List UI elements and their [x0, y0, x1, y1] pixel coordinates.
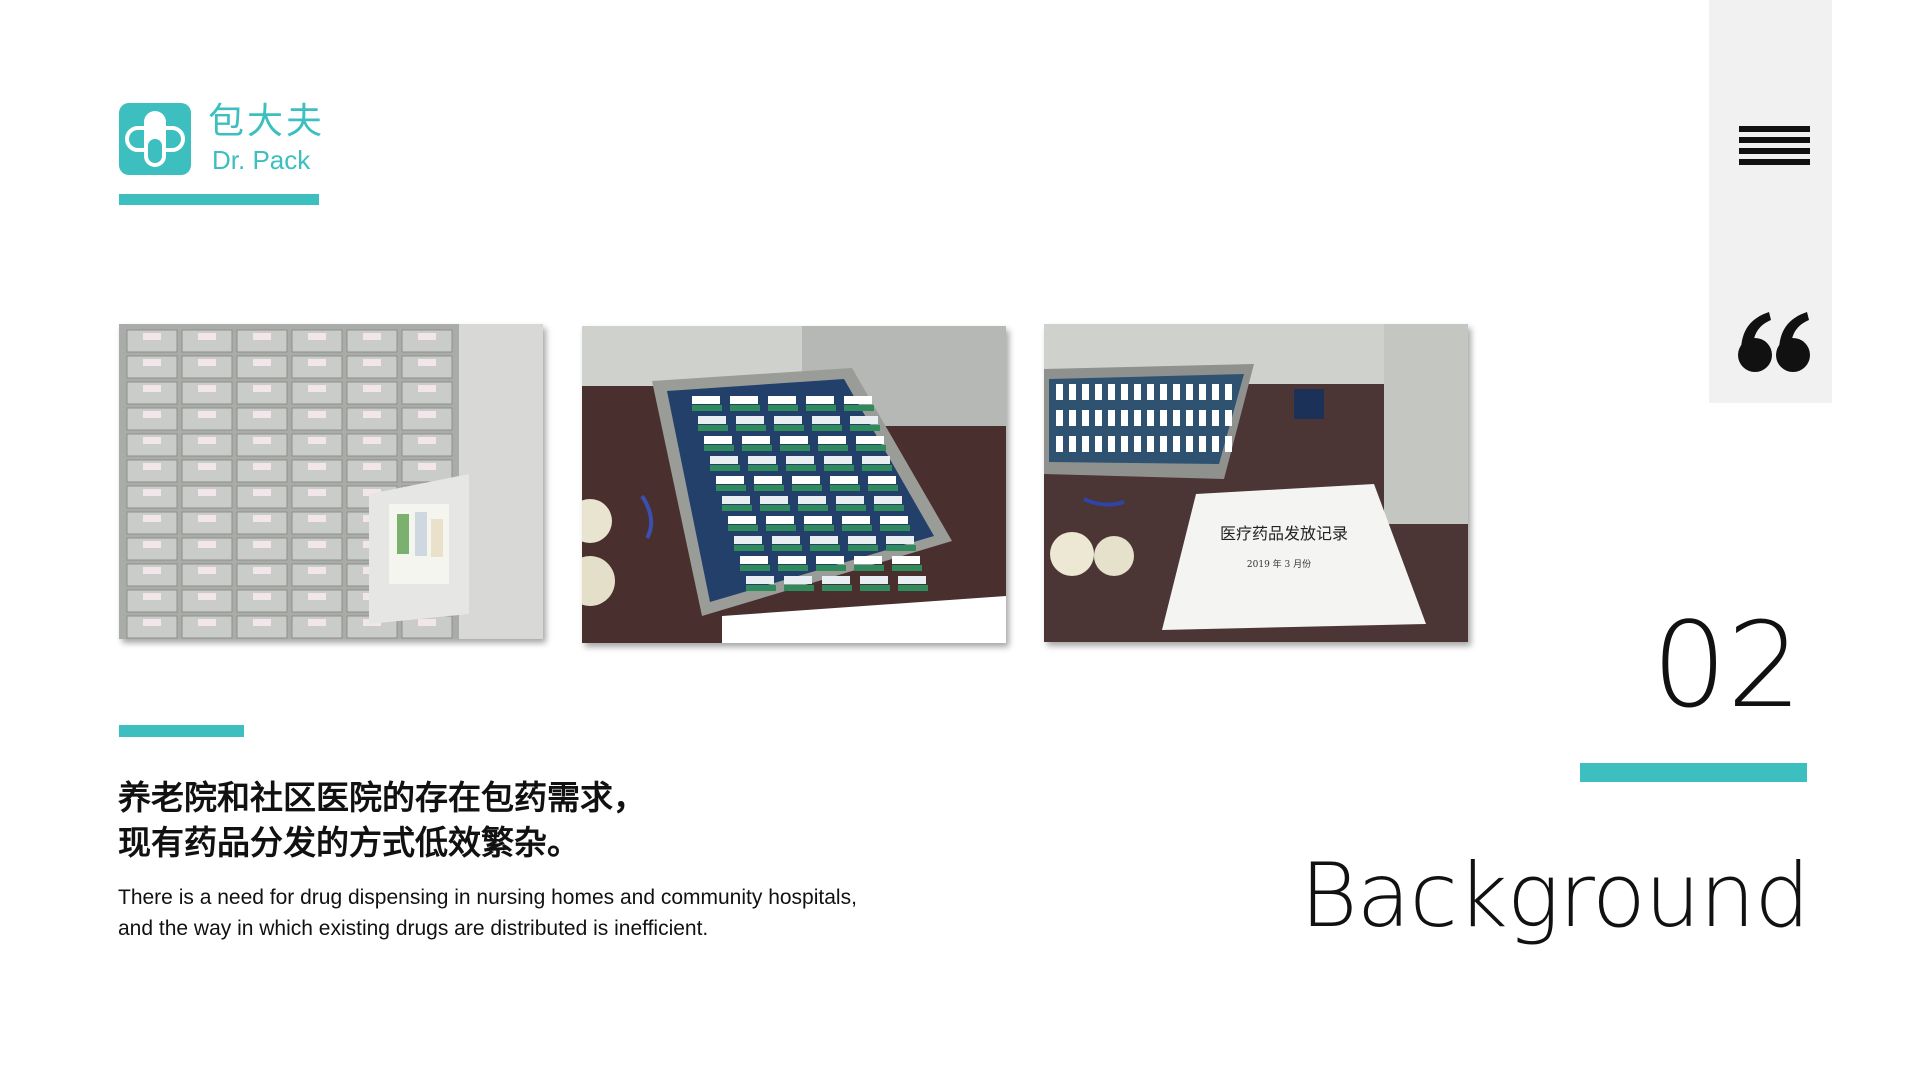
- hamburger-menu-icon[interactable]: [1739, 126, 1810, 176]
- logo-icon: [119, 103, 191, 175]
- capsule-cross-icon: [125, 111, 185, 167]
- brand-name-cn: 包大夫: [208, 101, 326, 142]
- title-accent-bar: [1580, 763, 1807, 782]
- heading-cn: 养老院和社区医院的存在包药需求， 现有药品分发的方式低效繁杂。: [118, 775, 918, 865]
- record-subtitle: 2019 年 3 月份: [1247, 558, 1311, 570]
- brand-name-en: Dr. Pack: [212, 145, 311, 175]
- quote-icon: [1735, 300, 1815, 380]
- body-en: There is a need for drug dispensing in n…: [118, 882, 978, 944]
- heading-cn-line-2: 现有药品分发的方式低效繁杂。: [118, 823, 580, 862]
- logo-underline: [119, 194, 319, 205]
- photo-medicine-tray: [582, 326, 1006, 643]
- section-title: Background: [1300, 844, 1810, 947]
- photo-dispensing-record: 医疗药品发放记录 2019 年 3 月份: [1044, 324, 1468, 642]
- heading-cn-line-1: 养老院和社区医院的存在包药需求，: [118, 778, 646, 817]
- section-accent-bar: [119, 725, 244, 737]
- body-en-line-1: There is a need for drug dispensing in n…: [118, 886, 857, 909]
- body-en-line-2: and the way in which existing drugs are …: [118, 917, 709, 940]
- photo-medicine-cabinet: [119, 324, 543, 639]
- record-title: 医疗药品发放记录: [1220, 524, 1348, 543]
- section-number: 02: [1651, 596, 1802, 734]
